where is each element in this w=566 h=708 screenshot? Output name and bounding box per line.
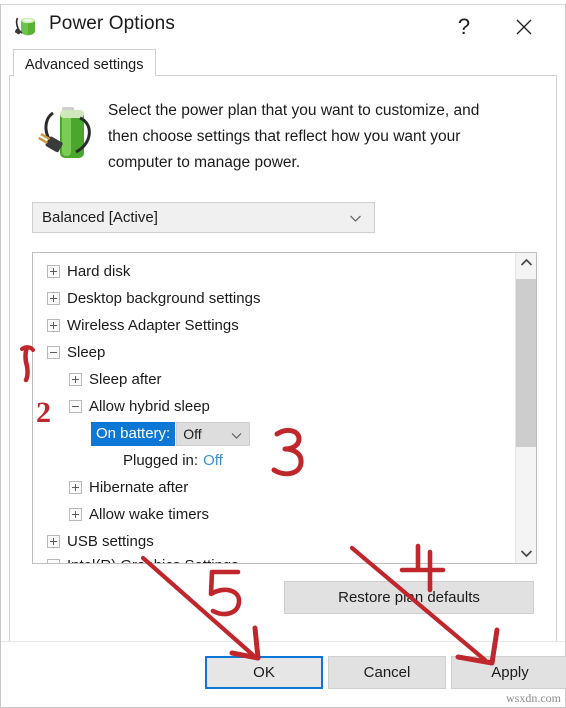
description-line-1: Select the power plan that you want to c…: [108, 102, 480, 119]
on-battery-value: Off: [183, 425, 202, 442]
tree-vertical-scrollbar[interactable]: [515, 253, 536, 563]
on-battery-setting-row[interactable]: On battery: Off: [33, 420, 516, 447]
tree-item-sleep[interactable]: Sleep: [33, 339, 516, 366]
close-button[interactable]: [501, 5, 547, 49]
scroll-up-button[interactable]: [516, 253, 536, 273]
tree-item-label: Hibernate after: [89, 479, 189, 496]
description-line-3: computer to manage power.: [108, 154, 301, 171]
plugged-in-label: Plugged in:: [123, 452, 199, 469]
expander-plus-icon[interactable]: [47, 535, 60, 548]
expander-minus-icon[interactable]: [47, 559, 60, 563]
title-bar: Power Options ?: [1, 5, 565, 49]
chevron-down-icon: [231, 432, 242, 439]
description-text: Select the power plan that you want to c…: [108, 98, 479, 176]
restore-plan-defaults-button[interactable]: Restore plan defaults: [284, 581, 534, 614]
power-plug-battery-icon: [15, 17, 35, 36]
expander-plus-icon[interactable]: [47, 265, 60, 278]
advanced-settings-tree[interactable]: Hard disk Desktop background settings Wi…: [32, 252, 537, 564]
tree-item-usb-settings[interactable]: USB settings: [33, 528, 516, 555]
expander-plus-icon[interactable]: [69, 481, 82, 494]
tree-item-label: Sleep after: [89, 371, 162, 388]
tree-item-label: Intel(R) Graphics Settings: [67, 557, 239, 563]
plugged-in-setting-row[interactable]: Plugged in: Off: [33, 447, 516, 474]
tree-item-wireless-adapter-settings[interactable]: Wireless Adapter Settings: [33, 312, 516, 339]
power-plan-dropdown[interactable]: Balanced [Active]: [32, 202, 375, 233]
tree-item-label: Sleep: [67, 344, 106, 361]
tab-page-advanced-settings: Select the power plan that you want to c…: [9, 75, 557, 654]
expander-minus-icon[interactable]: [69, 400, 82, 413]
tree-rows: Hard disk Desktop background settings Wi…: [33, 253, 516, 563]
tree-item-label: Desktop background settings: [67, 290, 261, 307]
on-battery-dropdown[interactable]: Off: [176, 421, 251, 446]
help-button[interactable]: ?: [441, 5, 487, 49]
expander-plus-icon[interactable]: [69, 508, 82, 521]
tree-item-hibernate-after[interactable]: Hibernate after: [33, 474, 516, 501]
description-line-2: then choose settings that reflect how yo…: [108, 128, 461, 145]
cancel-button[interactable]: Cancel: [328, 656, 446, 689]
chevron-up-icon: [520, 258, 533, 266]
tree-item-clipped[interactable]: Intel(R) Graphics Settings: [33, 552, 516, 563]
scrollbar-thumb[interactable]: [516, 279, 536, 447]
power-options-window: Power Options ? Advanced settings Select…: [0, 4, 566, 708]
battery-plug-icon: [38, 107, 91, 158]
tab-advanced-settings[interactable]: Advanced settings: [13, 49, 156, 76]
tab-label: Advanced settings: [25, 56, 144, 73]
apply-button-label: Apply: [491, 664, 529, 681]
close-icon: [516, 19, 532, 35]
cancel-button-label: Cancel: [363, 664, 411, 681]
tree-item-label: Hard disk: [67, 263, 131, 280]
apply-button[interactable]: Apply: [451, 656, 566, 689]
dialog-footer: OK Cancel Apply wsxdn.com: [1, 641, 566, 707]
tree-item-label: Wireless Adapter Settings: [67, 317, 239, 334]
expander-plus-icon[interactable]: [47, 292, 60, 305]
plugged-in-value[interactable]: Off: [203, 452, 223, 469]
tree-item-label: Allow hybrid sleep: [89, 398, 210, 415]
ok-button-label: OK: [253, 664, 275, 681]
ok-button[interactable]: OK: [205, 656, 323, 689]
on-battery-label: On battery:: [91, 421, 176, 446]
power-plan-value: Balanced [Active]: [42, 209, 158, 226]
tree-item-label: USB settings: [67, 533, 154, 550]
tree-item-label: Allow wake timers: [89, 506, 210, 523]
expander-plus-icon[interactable]: [47, 319, 60, 332]
help-icon: ?: [457, 14, 471, 39]
tree-item-hard-disk[interactable]: Hard disk: [33, 258, 516, 285]
tree-item-allow-hybrid-sleep[interactable]: Allow hybrid sleep: [33, 393, 516, 420]
chevron-down-icon: [350, 215, 361, 222]
tree-item-desktop-background-settings[interactable]: Desktop background settings: [33, 285, 516, 312]
scroll-down-button[interactable]: [516, 543, 536, 563]
watermark: wsxdn.com: [506, 691, 561, 705]
expander-minus-icon[interactable]: [47, 346, 60, 359]
restore-plan-defaults-label: Restore plan defaults: [338, 589, 480, 606]
expander-plus-icon[interactable]: [69, 373, 82, 386]
window-title: Power Options: [49, 13, 175, 34]
chevron-down-icon: [520, 550, 533, 558]
tree-item-sleep-after[interactable]: Sleep after: [33, 366, 516, 393]
tree-item-allow-wake-timers[interactable]: Allow wake timers: [33, 501, 516, 528]
tab-strip: Advanced settings: [9, 49, 557, 76]
description-block: Select the power plan that you want to c…: [22, 98, 534, 176]
